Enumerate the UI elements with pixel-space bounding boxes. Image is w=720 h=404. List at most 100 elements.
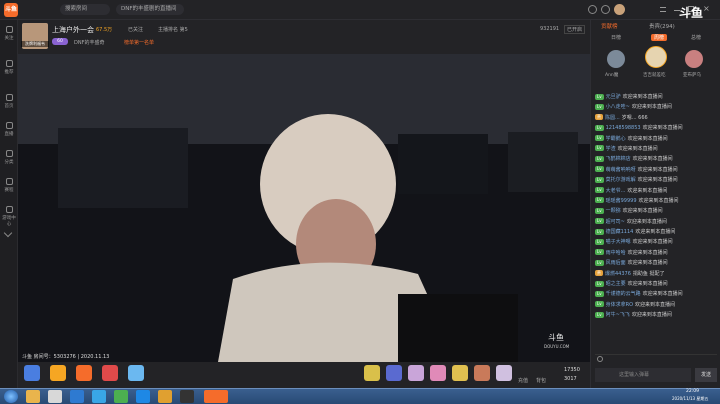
gift-item-hot[interactable]: [50, 365, 66, 381]
user-level-badge: 贵: [595, 270, 603, 277]
category-link[interactable]: DNF的丰盛奇: [74, 39, 104, 46]
chat-username[interactable]: 元旦驴: [606, 94, 621, 100]
gift-item-pack[interactable]: [128, 365, 144, 381]
tab-room[interactable]: DNF的丰盛剧的直播间: [116, 4, 184, 15]
gamepad-icon: [5, 206, 13, 213]
rank-avatar-1[interactable]: [607, 50, 625, 68]
close-icon[interactable]: ×: [703, 4, 712, 14]
sidebar-item-label: 直播: [4, 132, 14, 137]
chat-username[interactable]: 萌萌酱呐呐呀: [606, 167, 636, 173]
gift-item-heat[interactable]: [24, 365, 40, 381]
chat-text: 欢迎来到本直播间: [637, 166, 678, 173]
backpack-button[interactable]: 背包: [536, 377, 546, 384]
taskbar-app-6[interactable]: [136, 390, 150, 403]
tab-total[interactable]: 总榜: [691, 34, 701, 41]
chat-message: Lv 学渣 欢迎来到本直播间: [591, 144, 720, 154]
gift-bar: 充值 背包 17350 3017: [18, 362, 590, 388]
user-level-badge: 贵: [595, 114, 603, 121]
tab-day[interactable]: 日榜: [611, 34, 621, 41]
tab-contribution[interactable]: 贡献榜: [601, 22, 618, 30]
user-level-badge: Lv: [595, 311, 604, 318]
taskbar-app-7[interactable]: [158, 390, 172, 403]
video-player[interactable]: 斗鱼 DOUYU.COM 斗鱼 房间号：5303276 | 2020.11.13: [18, 54, 590, 362]
taskbar-app-2[interactable]: [48, 390, 62, 403]
taskbar-app-3[interactable]: [70, 390, 84, 403]
chat-list[interactable]: Lv 元旦驴 欢迎来到本直播间 Lv 小八走哇~ 欢迎来到本直播间贵陈圆... 岁嗯... …: [591, 92, 720, 354]
quality-select[interactable]: 已开启: [564, 25, 586, 34]
chat-username[interactable]: 学霸鹅心: [606, 136, 626, 142]
chat-username[interactable]: 喵子大神嗯: [606, 239, 631, 245]
gift-slot-6[interactable]: [474, 365, 490, 381]
chat-username[interactable]: 12148598853: [606, 125, 641, 131]
sidebar-item-category[interactable]: 分类: [1, 150, 17, 165]
chat-username[interactable]: 瑶瑶酱99999: [606, 198, 637, 204]
chat-username[interactable]: 爆燃44376: [605, 271, 631, 277]
chat-message: Lv 萌萌酱呐呐呀 欢迎来到本直播间: [591, 165, 720, 175]
tab-vip[interactable]: 贵宾(294): [649, 22, 675, 30]
chat-username[interactable]: 学渣: [606, 146, 616, 152]
bell-icon[interactable]: [601, 5, 610, 14]
douyu-logo[interactable]: 斗鱼: [4, 3, 18, 17]
sidebar-item-live[interactable]: 直播: [1, 122, 17, 137]
stream-frame: [18, 54, 590, 362]
chat-username[interactable]: 阿牛~飞飞: [606, 312, 630, 318]
user-level-badge: Lv: [595, 207, 604, 214]
chat-username[interactable]: 千谨德的云气路: [606, 291, 641, 297]
gift-item-box[interactable]: [76, 365, 92, 381]
user-level-badge: Lv: [595, 187, 604, 194]
chat-username[interactable]: 身体求拿RO: [606, 302, 633, 308]
chat-username[interactable]: 昭之主要: [606, 281, 626, 287]
recharge-button[interactable]: 充值: [518, 377, 528, 384]
rank-avatar-2[interactable]: [645, 46, 667, 68]
taskbar-app-4[interactable]: [92, 390, 106, 403]
chat-username[interactable]: 一颗猕: [606, 208, 621, 214]
chat-username[interactable]: 大老爷...: [606, 188, 626, 194]
user-level-badge: Lv: [595, 290, 604, 297]
sidebar-item-recommend[interactable]: 推荐: [1, 60, 17, 75]
gift-item-mystery[interactable]: [102, 365, 118, 381]
tab-week[interactable]: 周榜: [651, 34, 668, 41]
taskbar-clock[interactable]: 22:09: [686, 389, 699, 394]
chat-username[interactable]: 飞鹤棉棉店: [606, 156, 631, 162]
chat-text: 欢迎来到本直播间: [617, 145, 658, 152]
gift-slot-3[interactable]: [408, 365, 424, 381]
rank-avatar-3[interactable]: [685, 50, 703, 68]
user-level-badge: Lv: [595, 249, 604, 256]
chat-username[interactable]: 德国藏1114: [606, 229, 634, 235]
gift-slot-1[interactable]: [364, 365, 380, 381]
search-input[interactable]: 搜索房间: [60, 4, 110, 15]
start-button[interactable]: [4, 390, 18, 403]
send-button[interactable]: 发送: [695, 368, 717, 382]
chat-message: 贵陈圆... 岁嗯... 666: [591, 113, 720, 123]
gift-slot-7[interactable]: [496, 365, 512, 381]
chat-username[interactable]: 莫托尔游戏解: [606, 177, 636, 183]
chat-username[interactable]: 雨中哈哈: [606, 250, 626, 256]
gift-slot-5[interactable]: [452, 365, 468, 381]
taskbar-app-5[interactable]: [114, 390, 128, 403]
taskbar-app-1[interactable]: [26, 390, 40, 403]
chat-message: Lv 雨中哈哈 欢迎来到本直播间: [591, 248, 720, 258]
heat-rank[interactable]: 榜单第一名单: [124, 39, 154, 46]
emoji-icon[interactable]: [597, 356, 603, 362]
chat-input[interactable]: 这里输入弹幕: [595, 368, 691, 382]
chat-username[interactable]: 小八走哇~: [606, 104, 630, 110]
chevron-down-icon[interactable]: [3, 228, 13, 238]
chat-text: 捐助鱼 挺配了: [632, 270, 665, 277]
sidebar-item-game-center[interactable]: 游戏中心: [1, 206, 17, 227]
sidebar-item-follow[interactable]: 关注: [1, 26, 17, 41]
sidebar-item-home[interactable]: 首页: [1, 94, 17, 109]
taskbar-app-douyu[interactable]: [204, 390, 228, 403]
chat-username[interactable]: 风雨后面: [606, 260, 626, 266]
chat-username[interactable]: 陈圆...: [605, 115, 620, 121]
taskbar-app-8[interactable]: [180, 390, 194, 403]
gamepad-icon[interactable]: [588, 5, 597, 14]
chat-text: 欢迎来到本直播间: [622, 94, 663, 100]
room-info-bar: 洗牌利福韦 上海户外一会 60 67.5万 已关注 主播排名 第5 DNF的丰盛…: [18, 20, 590, 54]
gift-slot-2[interactable]: [386, 365, 402, 381]
menu-icon[interactable]: [660, 7, 666, 12]
chat-username[interactable]: 超可司~: [606, 219, 625, 225]
gift-slot-4[interactable]: [430, 365, 446, 381]
taskbar-date[interactable]: 2020/11/13 星期五: [672, 396, 708, 402]
sidebar-item-schedule[interactable]: 赛程: [1, 178, 17, 193]
avatar[interactable]: [614, 4, 625, 15]
